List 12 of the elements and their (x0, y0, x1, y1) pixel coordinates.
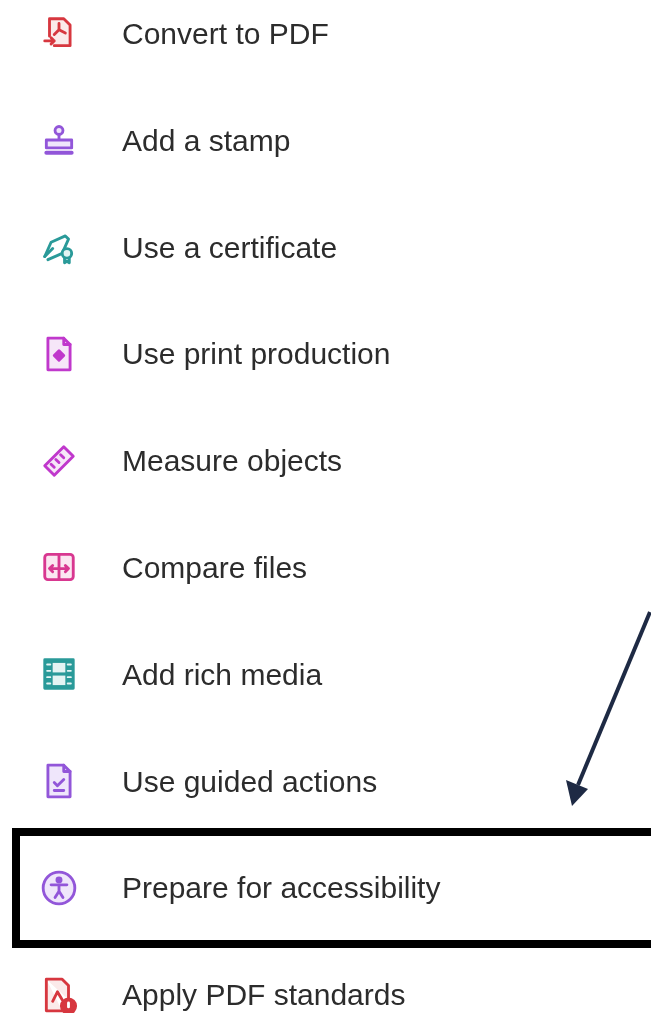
tool-label: Measure objects (122, 443, 343, 480)
tool-label: Use a certificate (122, 229, 338, 266)
tool-label: Add a stamp (122, 122, 291, 159)
tool-label: Use print production (122, 336, 391, 373)
highlighted-tool-item[interactable]: Prepare for accessibility (12, 827, 651, 948)
accessibility-icon (40, 868, 78, 907)
tool-label: Convert to PDF (122, 15, 329, 52)
tool-label: Add rich media (122, 656, 323, 693)
tool-label: Compare files (122, 549, 308, 586)
tool-label: Apply PDF standards (122, 977, 406, 1013)
tool-label: Use guided actions (122, 763, 378, 800)
tool-label: Prepare for accessibility (122, 870, 441, 907)
